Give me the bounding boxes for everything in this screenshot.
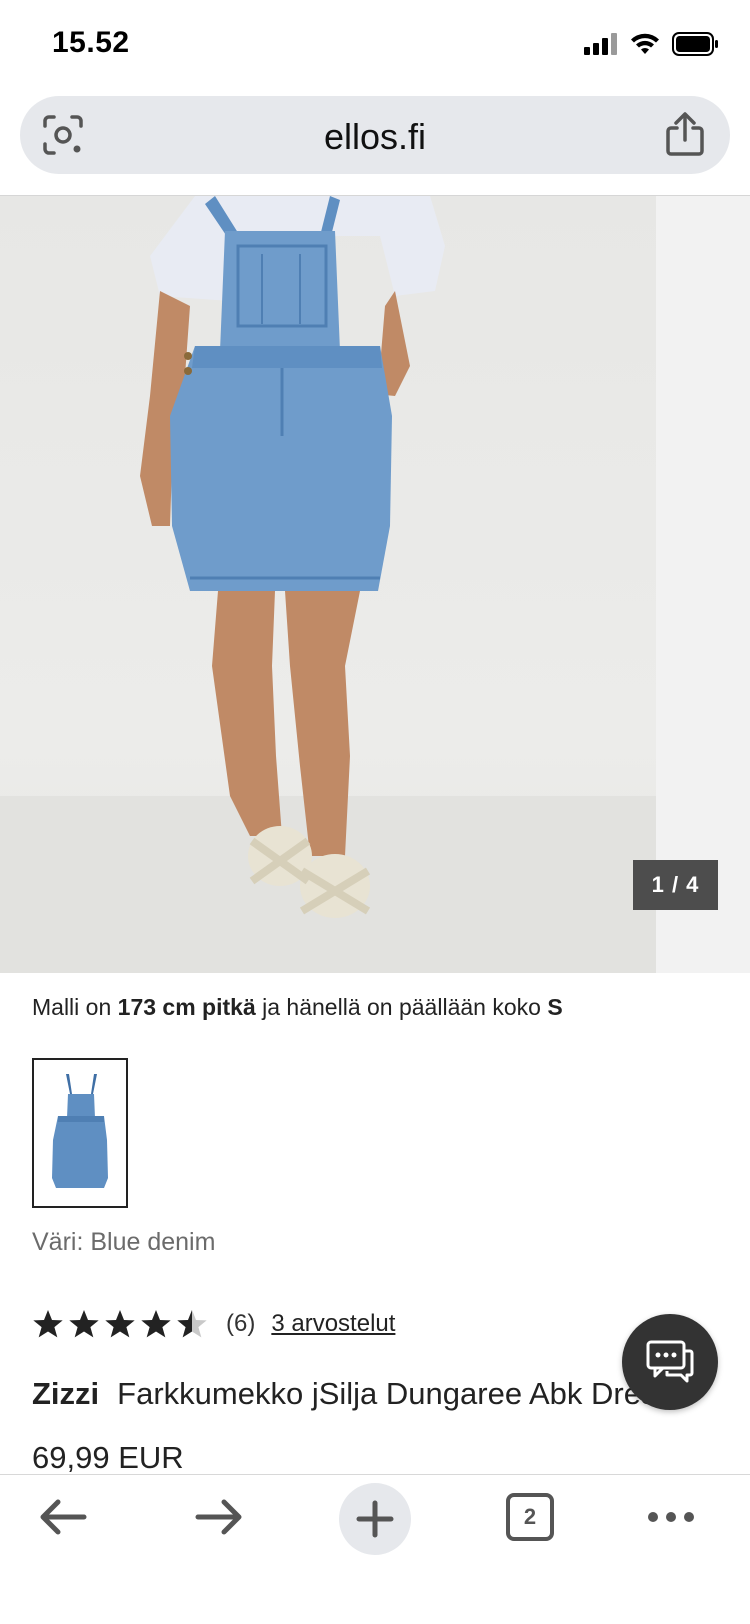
product-image[interactable] (0, 196, 656, 973)
product-name: Farkkumekko jSilja Dungaree Abk Dress (117, 1376, 672, 1411)
model-caption: Malli on 173 cm pitkä ja hänellä on pääl… (32, 994, 563, 1021)
back-icon (40, 1499, 87, 1535)
color-label: Väri: Blue denim (32, 1228, 216, 1256)
chat-icon (646, 1340, 694, 1383)
url-text[interactable]: ellos.fi (20, 116, 730, 158)
tab-count: 2 (523, 1504, 537, 1529)
star-full-icon (105, 1310, 135, 1338)
dress-thumbnail-image (52, 1074, 108, 1188)
star-full-icon (33, 1310, 63, 1338)
status-bar: 15.52 (0, 0, 750, 92)
image-counter: 1 / 4 (633, 860, 718, 910)
status-icons (584, 32, 720, 56)
product-title: Zizzi Farkkumekko jSilja Dungaree Abk Dre… (32, 1376, 672, 1412)
next-image-preview[interactable] (656, 196, 750, 973)
new-tab-icon (356, 1500, 394, 1538)
star-half-icon (177, 1310, 207, 1338)
caption-height: 173 cm pitkä (117, 994, 256, 1020)
star-full-icon (69, 1310, 99, 1338)
tabs-button[interactable]: 2 (485, 1472, 575, 1562)
chat-button[interactable] (622, 1314, 718, 1410)
brand-name[interactable]: Zizzi (32, 1376, 99, 1411)
share-icon[interactable] (664, 111, 706, 157)
caption-size: S (547, 994, 563, 1020)
product-photo (0, 196, 656, 973)
color-thumbnail[interactable] (32, 1058, 128, 1208)
more-icon (648, 1512, 694, 1522)
star-full-icon (141, 1310, 171, 1338)
caption-prefix: Malli on (32, 994, 118, 1020)
more-button[interactable] (626, 1472, 716, 1562)
tabs-icon: 2 (506, 1493, 554, 1541)
back-button[interactable] (18, 1472, 108, 1562)
rating-count: (6) (226, 1310, 256, 1337)
battery-icon (672, 32, 718, 56)
signal-icon (584, 33, 617, 55)
forward-button[interactable] (174, 1472, 264, 1562)
status-time: 15.52 (52, 26, 130, 59)
new-tab-button[interactable] (339, 1483, 411, 1555)
caption-middle: ja hänellä on päällään koko (255, 994, 548, 1020)
product-price: 69,99 EUR (32, 1440, 184, 1475)
wifi-icon (631, 33, 659, 54)
rating-stars (32, 1308, 208, 1340)
reviews-link[interactable]: 3 arvostelut (271, 1310, 395, 1338)
address-bar[interactable]: ellos.fi (20, 96, 730, 174)
rating-row: (6) 3 arvostelut (32, 1308, 395, 1340)
forward-icon (195, 1499, 242, 1535)
